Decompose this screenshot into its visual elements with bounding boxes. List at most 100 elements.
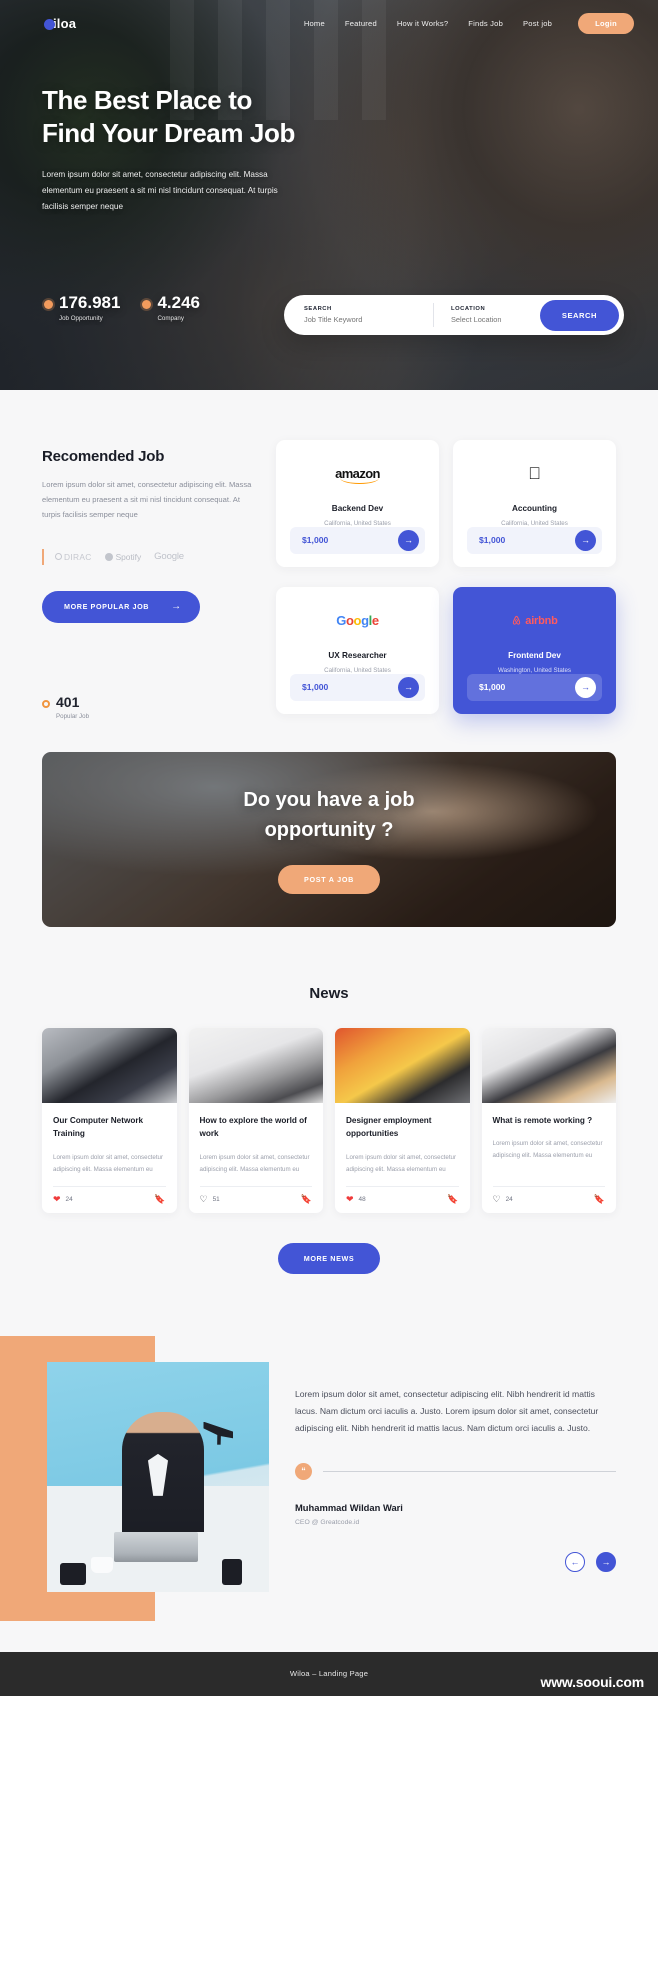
photo-canister-right-decor	[222, 1558, 243, 1585]
apple-logo-icon: 	[528, 465, 541, 482]
news-card-excerpt: Lorem ipsum dolor sit amet, consectetur …	[492, 1140, 603, 1160]
spotify-circle-icon	[104, 552, 113, 561]
nav-link-featured[interactable]: Featured	[345, 19, 377, 28]
ring-bullet-icon	[42, 699, 50, 708]
job-card-footer: $1,000 →	[290, 526, 425, 554]
hero-title-line-1: The Best Place to	[42, 85, 252, 115]
job-location: Washington, United States	[497, 666, 572, 674]
dirac-logo: DIRAC	[55, 552, 92, 562]
job-title: Accounting	[511, 503, 558, 513]
hero-stats: 176.981 Job Opportunity 4.246 Company	[44, 294, 200, 322]
job-salary: $1,000	[302, 682, 329, 693]
news-thumbnail	[335, 1027, 470, 1103]
nav-link-finds-job[interactable]: Finds Job	[468, 19, 503, 28]
like-count: 24	[505, 1196, 513, 1204]
like-count: 51	[212, 1196, 220, 1204]
more-popular-job-button[interactable]: MORE POPULAR JOB →	[42, 590, 200, 623]
search-button[interactable]: SEARCH	[539, 299, 619, 331]
news-card[interactable]: Our Computer Network Training Lorem ipsu…	[42, 1027, 177, 1213]
heart-filled-icon: ❤	[346, 1194, 354, 1205]
bookmark-outline-icon[interactable]: 🔖	[301, 1195, 312, 1204]
brand-logo[interactable]: iloa	[44, 16, 76, 31]
hero-title-line-2: Find Your Dream Job	[42, 118, 295, 149]
photo-cup-decor	[91, 1557, 114, 1574]
job-detail-arrow-button[interactable]: →	[398, 529, 419, 551]
job-detail-arrow-button[interactable]: →	[575, 529, 596, 551]
post-a-job-button[interactable]: POST A JOB	[278, 864, 380, 894]
cta-title-line-1: Do you have a job	[243, 788, 415, 811]
cta-banner-section: Do you have a job opportunity ? POST A J…	[0, 730, 658, 927]
popular-job-stat: 401 Popular Job	[42, 695, 252, 720]
google-logo-icon: Google	[336, 613, 379, 629]
spotify-logo-text: Spotify	[115, 551, 142, 562]
company-logo: amazon	[335, 460, 381, 488]
job-card[interactable]: amazon Backend Dev California, United St…	[276, 440, 439, 567]
news-body: How to explore the world of work Lorem i…	[189, 1103, 324, 1176]
news-card-title: Our Computer Network Training	[53, 1115, 144, 1139]
testimonial-next-button[interactable]: →	[596, 1552, 616, 1573]
job-card-featured[interactable]: airbnb Frontend Dev Washington, United S…	[453, 586, 616, 714]
job-detail-arrow-button[interactable]: →	[575, 676, 596, 698]
search-input[interactable]	[304, 315, 433, 324]
bookmark-outline-icon[interactable]: 🔖	[154, 1195, 165, 1204]
photo-lamp-decor	[203, 1421, 234, 1478]
job-location: California, United States	[501, 519, 568, 527]
dirac-ring-icon	[55, 553, 62, 561]
news-card-footer: ❤ 48 🔖	[346, 1185, 459, 1213]
stat-label: Job Opportunity	[59, 315, 103, 322]
bullet-icon	[44, 300, 53, 310]
divider-line	[323, 1471, 616, 1473]
testimonial-photo	[47, 1361, 269, 1592]
more-news-button[interactable]: MORE NEWS	[277, 1242, 381, 1274]
news-card[interactable]: Designer employment opportunities Lorem …	[335, 1027, 470, 1213]
stat-value: 4.246	[157, 293, 200, 313]
news-card-footer: ♡ 51 🔖	[199, 1185, 312, 1213]
nav-link-home[interactable]: Home	[304, 19, 325, 28]
location-input[interactable]	[450, 315, 540, 324]
login-button[interactable]: Login	[578, 12, 634, 34]
job-card[interactable]: Google UX Researcher California, United …	[276, 586, 439, 714]
job-location: California, United States	[324, 666, 391, 674]
nav-link-post-job[interactable]: Post job	[523, 19, 552, 28]
testimonial-prev-button[interactable]: ←	[565, 1552, 585, 1573]
heart-outline-icon: ♡	[199, 1194, 208, 1205]
recommended-job-section: Recomended Job Lorem ipsum dolor sit ame…	[0, 390, 658, 730]
cta-banner: Do you have a job opportunity ? POST A J…	[42, 751, 616, 927]
job-salary: $1,000	[479, 682, 506, 693]
news-card[interactable]: What is remote working ? Lorem ipsum dol…	[481, 1027, 616, 1213]
job-detail-arrow-button[interactable]: →	[398, 676, 419, 698]
like-count: 48	[358, 1196, 366, 1204]
bookmark-filled-icon[interactable]: 🔖	[594, 1195, 605, 1204]
spotify-logo: Spotify	[104, 551, 142, 562]
news-thumbnail	[42, 1027, 177, 1103]
news-card-footer: ❤ 24 🔖	[53, 1185, 166, 1213]
brand-name: iloa	[53, 15, 77, 31]
cta-title: Do you have a job opportunity ?	[243, 785, 414, 845]
news-grid: Our Computer Network Training Lorem ipsu…	[42, 1027, 616, 1213]
job-title: Backend Dev	[331, 503, 384, 513]
nav-link-how-it-works[interactable]: How it Works?	[397, 19, 448, 28]
like-control[interactable]: ❤ 24	[53, 1195, 73, 1204]
brand-dot-icon	[44, 18, 55, 30]
like-control[interactable]: ♡ 24	[493, 1195, 513, 1204]
job-salary: $1,000	[479, 535, 506, 546]
news-card-excerpt: Lorem ipsum dolor sit amet, consectetur …	[346, 1153, 457, 1173]
news-card-footer: ♡ 24 🔖	[492, 1185, 605, 1213]
location-label: LOCATION	[450, 306, 486, 312]
job-card-footer: $1,000 →	[467, 673, 602, 701]
news-card-title: What is remote working ?	[492, 1115, 593, 1125]
stat-label: Company	[157, 315, 184, 322]
testimonial-content: Lorem ipsum dolor sit amet, consectetur …	[0, 1336, 658, 1592]
like-control[interactable]: ❤ 48	[346, 1195, 366, 1204]
news-card[interactable]: How to explore the world of work Lorem i…	[188, 1027, 324, 1213]
airbnb-logo-text: airbnb	[525, 614, 558, 627]
like-control[interactable]: ♡ 51	[200, 1195, 220, 1204]
job-card[interactable]:  Accounting California, United States $…	[453, 440, 616, 567]
news-body: Designer employment opportunities Lorem …	[335, 1103, 470, 1176]
testimonial-author-name: Muhammad Wildan Wari	[295, 1502, 403, 1514]
hero-subtitle: Lorem ipsum dolor sit amet, consectetur …	[42, 169, 278, 211]
company-logo: airbnb	[511, 607, 558, 635]
testimonial-quote: Lorem ipsum dolor sit amet, consectetur …	[295, 1388, 599, 1434]
footer-text: Wiloa – Landing Page	[289, 1669, 369, 1679]
bookmark-outline-icon[interactable]: 🔖	[447, 1195, 458, 1204]
